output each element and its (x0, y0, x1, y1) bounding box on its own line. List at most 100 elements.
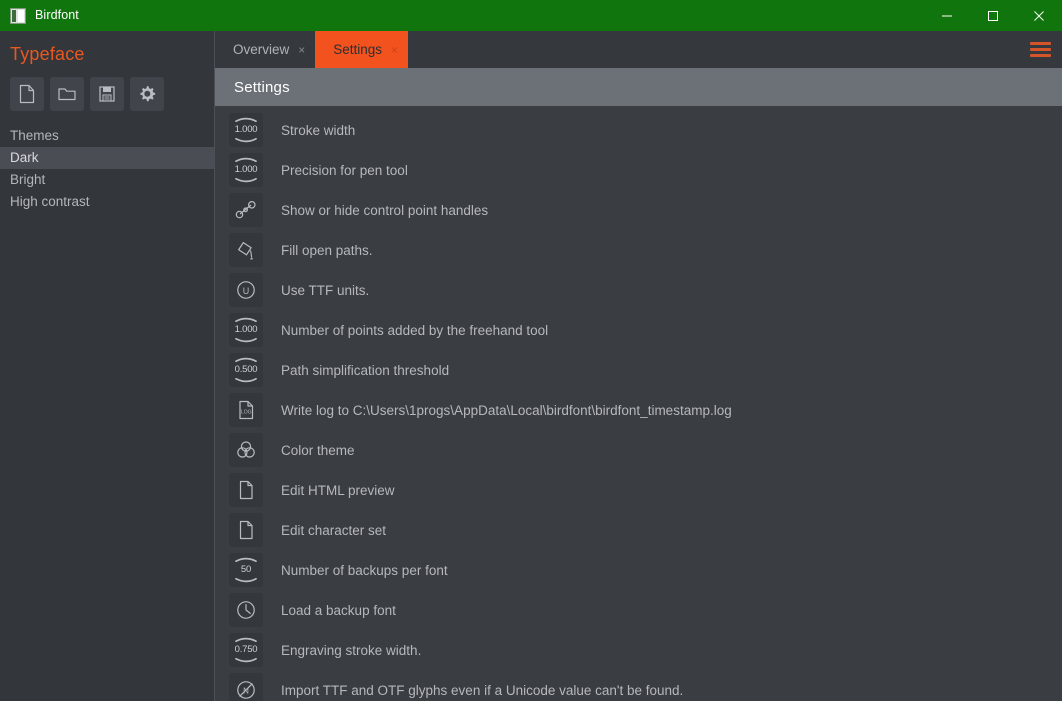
setting-row[interactable]: 1.000 Stroke width (215, 110, 1062, 150)
open-folder-button[interactable] (50, 77, 84, 111)
setting-label: Edit character set (281, 522, 387, 538)
tab-strip-spacer (408, 31, 1018, 68)
setting-label: Precision for pen tool (281, 162, 408, 178)
clock-icon (237, 601, 255, 619)
settings-list[interactable]: 1.000 Stroke width 1.000 Precision for pen … (215, 106, 1062, 701)
hamburger-bar-1 (1029, 42, 1051, 45)
chevron-up-icon[interactable] (235, 117, 257, 122)
spinner-icon[interactable]: 0.750 (229, 633, 263, 667)
setting-row[interactable]: 0.500 Path simplification threshold (215, 350, 1062, 390)
setting-label: Stroke width (281, 122, 356, 138)
minimize-icon (942, 15, 952, 16)
document-icon (239, 480, 253, 500)
tab-overview-close-icon[interactable]: × (298, 44, 305, 56)
chevron-down-icon[interactable] (235, 338, 257, 343)
numeric-stepper[interactable]: 1.000 (229, 113, 263, 147)
setting-row[interactable]: Edit HTML preview (215, 470, 1062, 510)
numeric-stepper[interactable]: 1.000 (229, 313, 263, 347)
setting-row[interactable]: U Use TTF units. (215, 270, 1062, 310)
setting-label: Write log to C:\Users\1progs\AppData\Loc… (281, 402, 732, 418)
setting-row[interactable]: Show or hide control point handles (215, 190, 1062, 230)
ttf-units-icon: U (237, 281, 255, 299)
spinner-icon[interactable]: 1.000 (229, 153, 263, 187)
setting-label: Number of points added by the freehand t… (281, 322, 549, 338)
hamburger-menu-button[interactable] (1018, 31, 1062, 68)
spinner-icon[interactable]: 1.000 (229, 313, 263, 347)
save-button[interactable] (90, 77, 124, 111)
svg-text:U: U (243, 286, 250, 296)
chevron-down-icon[interactable] (235, 178, 257, 183)
tab-overview[interactable]: Overview × (215, 31, 315, 68)
close-button[interactable] (1016, 0, 1062, 31)
document-icon (239, 520, 253, 540)
clock-icon[interactable] (229, 593, 263, 627)
tab-settings[interactable]: Settings × (315, 31, 409, 68)
new-document-icon (19, 84, 35, 104)
tab-strip: Overview × Settings × (215, 31, 1062, 68)
setting-row[interactable]: 1.000 Number of points added by the freeh… (215, 310, 1062, 350)
maximize-button[interactable] (970, 0, 1016, 31)
spinner-icon[interactable]: 1.000 (229, 113, 263, 147)
setting-label: Edit HTML preview (281, 482, 395, 498)
sidebar-item-bright[interactable]: Bright (0, 169, 215, 191)
setting-row[interactable]: Fill open paths. (215, 230, 1062, 270)
birdfont-icon (10, 7, 26, 24)
chevron-up-icon[interactable] (235, 557, 257, 562)
tab-settings-close-icon[interactable]: × (391, 44, 398, 56)
maximize-icon (988, 10, 998, 21)
page-title: Settings (234, 78, 290, 96)
chevron-down-icon[interactable] (235, 138, 257, 143)
sidebar-item-dark[interactable]: Dark (0, 147, 215, 169)
setting-row[interactable]: 50 Number of backups per font (215, 550, 1062, 590)
chevron-down-icon[interactable] (235, 658, 257, 663)
gear-icon (140, 86, 156, 102)
stepper-value: 0.500 (234, 364, 258, 376)
spinner-icon[interactable]: 50 (229, 553, 263, 587)
log-document-icon[interactable]: LOG (229, 393, 263, 427)
numeric-stepper[interactable]: 1.000 (229, 153, 263, 187)
setting-row[interactable]: Edit character set (215, 510, 1062, 550)
setting-row[interactable]: Color theme (215, 430, 1062, 470)
svg-text:LOG: LOG (241, 410, 252, 416)
close-icon (1034, 10, 1044, 21)
stepper-value: 1.000 (234, 164, 258, 176)
chevron-up-icon[interactable] (235, 357, 257, 362)
paint-bucket-icon (238, 242, 254, 260)
numeric-stepper[interactable]: 0.500 (229, 353, 263, 387)
stepper-value: 1.000 (234, 324, 258, 336)
document-icon[interactable] (229, 473, 263, 507)
color-theme-icon[interactable] (229, 433, 263, 467)
chevron-down-icon[interactable] (235, 578, 257, 583)
setting-row[interactable]: Load a backup font (215, 590, 1062, 630)
no-unicode-icon[interactable]: N (229, 673, 263, 701)
numeric-stepper[interactable]: 50 (229, 553, 263, 587)
setting-row[interactable]: 0.750 Engraving stroke width. (215, 630, 1062, 670)
document-icon[interactable] (229, 513, 263, 547)
stepper-value: 0.750 (234, 644, 258, 656)
paint-bucket-icon[interactable] (229, 233, 263, 267)
setting-label: Path simplification threshold (281, 362, 450, 378)
setting-label: Engraving stroke width. (281, 642, 422, 658)
new-file-button[interactable] (10, 77, 44, 111)
setting-row[interactable]: 1.000 Precision for pen tool (215, 150, 1062, 190)
chevron-up-icon[interactable] (235, 317, 257, 322)
setting-row[interactable]: N Import TTF and OTF glyphs even if a Uni… (215, 670, 1062, 701)
no-unicode-icon: N (237, 681, 255, 699)
folder-icon (58, 88, 76, 101)
window-body: Typeface Themes Dark Bright High contras… (0, 31, 1062, 701)
ttf-units-icon[interactable]: U (229, 273, 263, 307)
settings-button[interactable] (130, 77, 164, 111)
spinner-icon[interactable]: 0.500 (229, 353, 263, 387)
chevron-down-icon[interactable] (235, 378, 257, 383)
sidebar-item-high-contrast[interactable]: High contrast (0, 191, 215, 213)
control-point-handles-icon[interactable] (229, 193, 263, 227)
setting-label: Use TTF units. (281, 282, 370, 298)
hamburger-bar-3 (1029, 54, 1051, 57)
section-header: Settings (215, 68, 1062, 106)
numeric-stepper[interactable]: 0.750 (229, 633, 263, 667)
minimize-button[interactable] (924, 0, 970, 31)
chevron-up-icon[interactable] (235, 157, 257, 162)
setting-label: Number of backups per font (281, 562, 448, 578)
chevron-up-icon[interactable] (235, 637, 257, 642)
setting-row[interactable]: LOG Write log to C:\Users\1progs\AppData\… (215, 390, 1062, 430)
